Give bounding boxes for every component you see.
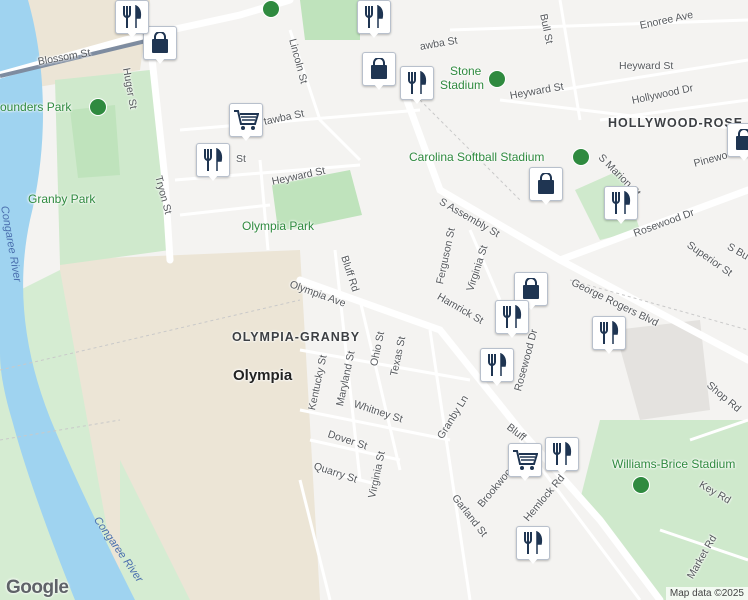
marker-pointer: [411, 97, 423, 104]
marker-pointer: [373, 83, 385, 90]
shopping-bag-icon: [727, 123, 748, 157]
shopping-cart-marker[interactable]: [229, 103, 263, 145]
marker-pointer: [738, 154, 748, 161]
google-logo: Google: [6, 577, 69, 598]
street-label-fragment: St: [236, 153, 246, 165]
founders-park-area: [70, 105, 120, 178]
shopping-bag-icon: [362, 52, 396, 86]
marker-pointer: [126, 31, 138, 38]
restaurant-marker[interactable]: [592, 316, 626, 358]
place-label-stone-stadium: Stone: [450, 64, 482, 78]
school-poi-icon[interactable]: [262, 0, 280, 18]
restaurant-icon: [592, 316, 626, 350]
stadium-poi-icon[interactable]: [488, 70, 506, 88]
marker-pointer: [240, 134, 252, 141]
restaurant-icon: [545, 437, 579, 471]
shopping-bag-marker[interactable]: [727, 123, 748, 165]
place-label-hollywood-rose: HOLLYWOOD-ROSE: [608, 116, 744, 130]
restaurant-icon: [480, 348, 514, 382]
place-label-olympia-park: Olympia Park: [242, 219, 315, 233]
marker-pointer: [540, 198, 552, 205]
restaurant-marker[interactable]: [357, 0, 391, 42]
restaurant-marker[interactable]: [196, 143, 230, 185]
restaurant-marker[interactable]: [495, 300, 529, 342]
shopping-cart-icon: [229, 103, 263, 137]
park-area-north: [300, 0, 360, 40]
restaurant-icon: [400, 66, 434, 100]
park-poi-icon[interactable]: [89, 98, 107, 116]
marker-pointer: [527, 557, 539, 564]
shopping-cart-icon: [508, 443, 542, 477]
place-label-granby-park: Granby Park: [28, 192, 96, 206]
marker-pointer: [603, 347, 615, 354]
shopping-bag-marker[interactable]: [362, 52, 396, 94]
restaurant-icon: [604, 186, 638, 220]
shopping-cart-marker[interactable]: [508, 443, 542, 485]
marker-pointer: [207, 174, 219, 181]
place-label-founders-park: ounders Park: [0, 100, 72, 114]
map-attribution[interactable]: Map data ©2025: [665, 587, 748, 600]
shopping-bag-icon: [529, 167, 563, 201]
marker-pointer: [519, 474, 531, 481]
marker-pointer: [368, 31, 380, 38]
restaurant-icon: [516, 526, 550, 560]
place-label-williams-brice: Williams-Brice Stadium: [612, 457, 736, 471]
marker-pointer: [615, 217, 627, 224]
street-label-heyward-far-east: Heyward St: [619, 60, 674, 72]
map-canvas[interactable]: Blossom St Huger St Lincoln St awba St t…: [0, 0, 748, 600]
restaurant-marker[interactable]: [516, 526, 550, 568]
restaurant-icon: [115, 0, 149, 34]
shopping-bag-marker[interactable]: [529, 167, 563, 209]
marker-pointer: [556, 468, 568, 475]
restaurant-marker[interactable]: [604, 186, 638, 228]
place-label-stone-stadium-2: Stadium: [440, 78, 485, 92]
stadium-poi-icon[interactable]: [572, 148, 590, 166]
marker-pointer: [491, 379, 503, 386]
place-label-olympia-granby: OLYMPIA-GRANBY: [232, 330, 361, 344]
marker-pointer: [154, 57, 166, 64]
restaurant-marker[interactable]: [545, 437, 579, 479]
restaurant-marker[interactable]: [115, 0, 149, 42]
stadium-poi-icon[interactable]: [632, 476, 650, 494]
williams-brice-area: [580, 420, 748, 600]
place-label-softball-stadium: Carolina Softball Stadium: [409, 150, 545, 164]
restaurant-icon: [357, 0, 391, 34]
restaurant-marker[interactable]: [400, 66, 434, 108]
restaurant-icon: [196, 143, 230, 177]
restaurant-icon: [495, 300, 529, 334]
restaurant-marker[interactable]: [480, 348, 514, 390]
place-label-olympia: Olympia: [233, 367, 293, 384]
marker-pointer: [506, 331, 518, 338]
